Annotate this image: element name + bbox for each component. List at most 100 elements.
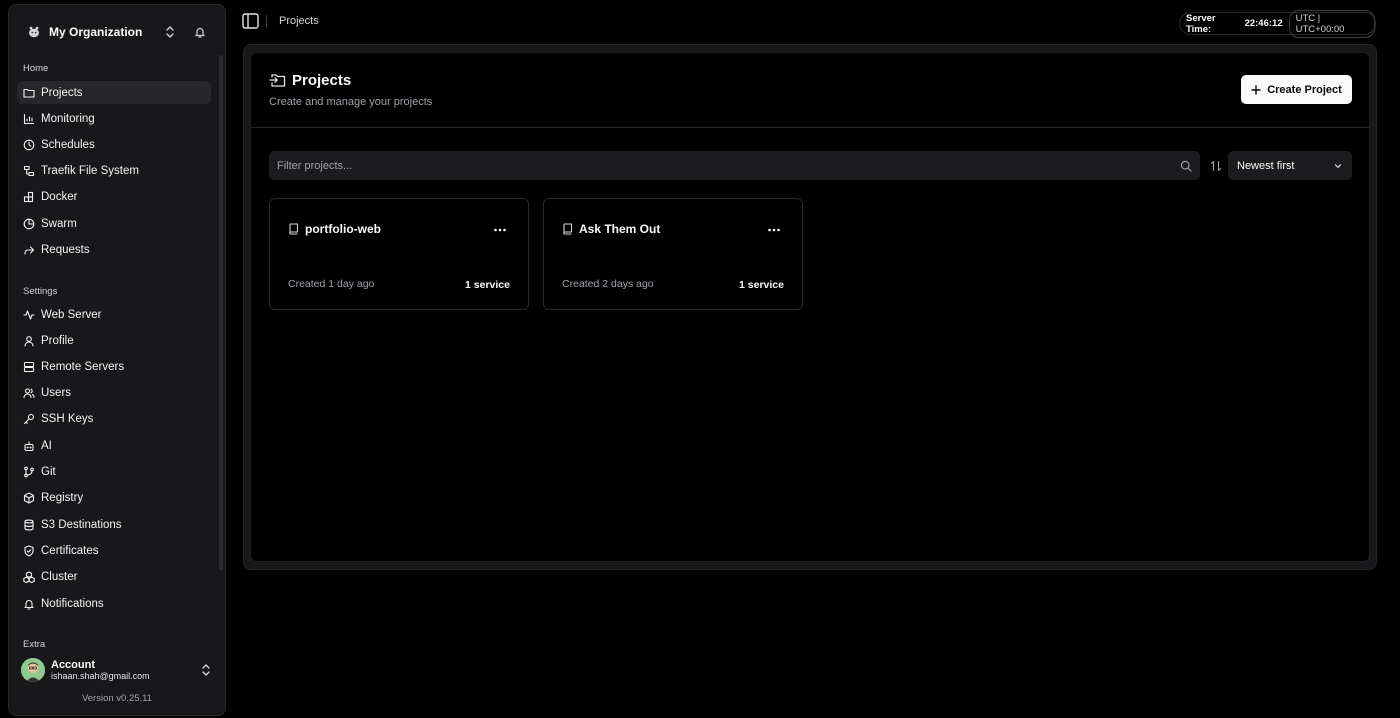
sidebar-item-certificates[interactable]: Certificates	[17, 539, 211, 562]
sidebar-item-docker[interactable]: Docker	[17, 185, 211, 208]
more-options-icon[interactable]	[766, 224, 782, 236]
sidebar-item-label: Remote Servers	[41, 360, 125, 373]
book-icon	[289, 223, 299, 235]
bell-icon	[24, 599, 34, 610]
project-name: Ask Them Out	[579, 222, 661, 236]
toggle-sidebar-button[interactable]	[242, 13, 259, 29]
users-icon	[23, 387, 35, 398]
sidebar-item-label: Docker	[41, 190, 78, 203]
sidebar-item-label: S3 Destinations	[41, 518, 122, 531]
user-icon	[24, 335, 34, 347]
forward-icon	[24, 245, 35, 255]
sidebar-item-label: Requests	[41, 243, 90, 256]
sidebar-item-monitoring[interactable]: Monitoring	[17, 107, 211, 130]
server-icon	[23, 361, 35, 372]
sidebar-item-cluster[interactable]: Cluster	[17, 565, 211, 588]
sidebar-item-users[interactable]: Users	[17, 381, 211, 404]
folder-input-icon	[269, 72, 286, 88]
sidebar-item-schedules[interactable]: Schedules	[17, 133, 211, 156]
sidebar-item-label: Swarm	[41, 217, 77, 230]
sidebar-item-label: Git	[41, 465, 56, 478]
breadcrumb[interactable]: Projects	[279, 15, 319, 27]
sidebar-item-label: Users	[41, 386, 72, 399]
sidebar-item-label: Notifications	[41, 597, 104, 610]
account-menu[interactable]: Account ishaan.shah@gmail.com	[21, 655, 217, 685]
avatar	[21, 658, 45, 682]
create-project-button[interactable]: Create Project	[1241, 75, 1352, 104]
database-icon	[24, 519, 34, 530]
timezone-badge: UTC | UTC+00:00	[1288, 9, 1375, 38]
plus-icon	[1251, 84, 1261, 95]
pie-icon	[23, 218, 35, 229]
create-project-label: Create Project	[1267, 83, 1342, 96]
sidebar: My Organization Home Projects Monitoring…	[8, 4, 226, 716]
sidebar-item-remote-servers[interactable]: Remote Servers	[17, 355, 211, 378]
sidebar-item-label: Web Server	[41, 308, 102, 321]
chart-icon	[23, 113, 35, 124]
chevrons-up-down-icon[interactable]	[159, 21, 181, 43]
project-services-count: 1 service	[465, 279, 510, 291]
project-created: Created 2 days ago	[562, 278, 654, 290]
more-options-icon[interactable]	[492, 224, 508, 236]
sidebar-item-swarm[interactable]: Swarm	[17, 212, 211, 235]
sidebar-item-registry[interactable]: Registry	[17, 486, 211, 509]
search-icon	[1180, 160, 1192, 172]
topbar-divider	[266, 15, 267, 27]
project-name: portfolio-web	[305, 222, 381, 236]
org-switcher[interactable]: My Organization	[21, 15, 217, 49]
bot-icon	[24, 440, 34, 451]
docker-icon	[23, 191, 34, 202]
filter-projects-field[interactable]	[269, 151, 1200, 180]
bell-icon[interactable]	[189, 21, 211, 43]
activity-icon	[23, 309, 35, 320]
sidebar-item-label: Traefik File System	[41, 164, 139, 177]
file-system-icon	[23, 165, 35, 176]
version-label: Version v0.25.11	[81, 693, 153, 704]
filter-projects-input[interactable]	[277, 159, 1180, 172]
sidebar-item-label: Profile	[41, 334, 74, 347]
header-divider	[251, 127, 1369, 128]
section-label-home: Home	[23, 63, 49, 74]
sidebar-item-profile[interactable]: Profile	[17, 329, 211, 352]
sidebar-scrollbar[interactable]	[219, 55, 223, 570]
page-title: Projects	[292, 72, 352, 89]
sidebar-item-traefik-file-system[interactable]: Traefik File System	[17, 159, 211, 182]
sidebar-item-notifications[interactable]: Notifications	[17, 592, 211, 615]
shield-icon	[24, 544, 34, 557]
book-icon	[563, 223, 573, 235]
key-icon	[23, 413, 35, 424]
sort-select-value: Newest first	[1237, 159, 1295, 172]
sidebar-item-projects[interactable]: Projects	[17, 81, 211, 104]
sidebar-item-s3-destinations[interactable]: S3 Destinations	[17, 513, 211, 536]
clock-icon	[23, 139, 35, 150]
sort-direction-icon[interactable]	[1210, 159, 1222, 172]
sidebar-item-requests[interactable]: Requests	[17, 238, 211, 261]
sidebar-item-ai[interactable]: AI	[17, 434, 211, 457]
server-time-value: 22:46:12	[1244, 18, 1283, 29]
sort-select[interactable]: Newest first	[1228, 151, 1352, 180]
project-card[interactable]: portfolio-web Created 1 day ago 1 servic…	[269, 198, 529, 310]
git-branch-icon	[24, 466, 34, 477]
folder-icon	[23, 88, 35, 98]
sidebar-footer: Account ishaan.shah@gmail.com Version v0…	[9, 649, 225, 715]
org-name: My Organization	[49, 25, 143, 39]
sidebar-item-label: SSH Keys	[41, 412, 94, 425]
sidebar-item-web-server[interactable]: Web Server	[17, 303, 211, 326]
boxes-icon	[23, 570, 35, 583]
server-time-badge: Server Time: 22:46:12 UTC | UTC+00:00	[1179, 9, 1376, 38]
sidebar-item-label: Schedules	[41, 138, 95, 151]
account-email: ishaan.shah@gmail.com	[51, 671, 150, 681]
sidebar-item-label: Projects	[41, 86, 83, 99]
package-icon	[23, 491, 35, 504]
sidebar-item-ssh-keys[interactable]: SSH Keys	[17, 407, 211, 430]
project-created: Created 1 day ago	[288, 278, 375, 290]
project-services-count: 1 service	[739, 279, 784, 291]
sidebar-item-git[interactable]: Git	[17, 460, 211, 483]
sidebar-item-label: Cluster	[41, 570, 78, 583]
chevron-down-icon	[1334, 163, 1342, 168]
project-card[interactable]: Ask Them Out Created 2 days ago 1 servic…	[543, 198, 803, 310]
sidebar-item-label: Monitoring	[41, 112, 95, 125]
page-subtitle: Create and manage your projects	[269, 96, 433, 108]
chevrons-up-down-icon[interactable]	[195, 659, 217, 681]
sidebar-item-label: AI	[41, 439, 52, 452]
